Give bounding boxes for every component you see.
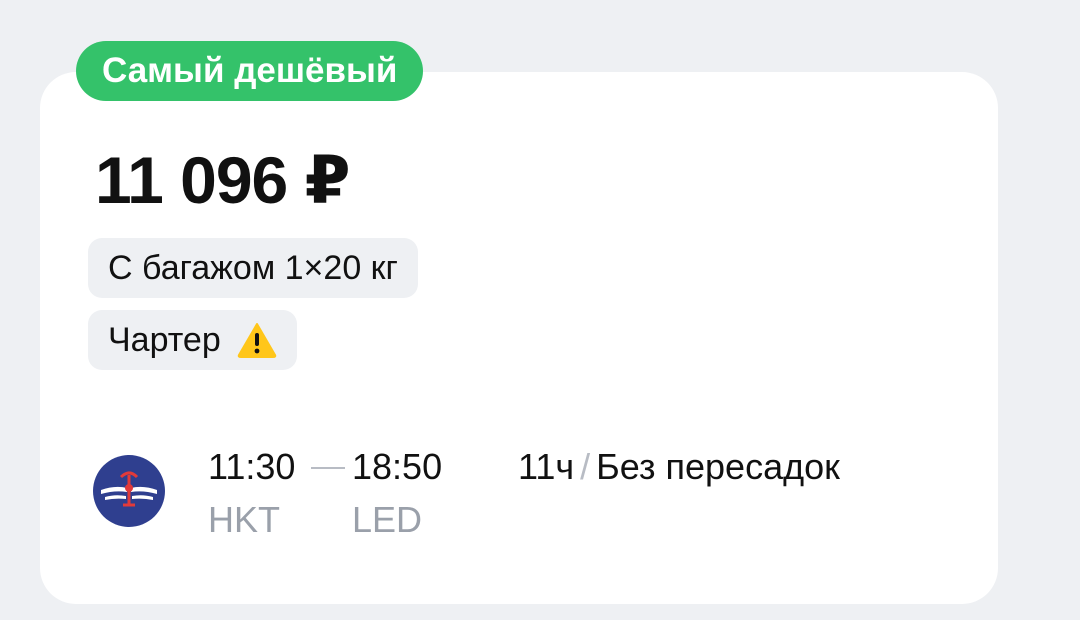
baggage-tag-label: С багажом 1×20 кг <box>108 249 398 287</box>
route-dash <box>311 467 345 469</box>
departure-airport-code: HKT <box>208 499 280 540</box>
cheapest-badge: Самый дешёвый <box>76 41 424 101</box>
baggage-tag: С багажом 1×20 кг <box>88 238 418 298</box>
warning-icon <box>237 323 276 358</box>
ticket-price: 11 096 ₽ <box>95 143 350 217</box>
aeroflot-logo <box>93 455 165 527</box>
flight-summary: 11ч / Без пересадок <box>518 445 840 489</box>
charter-tag[interactable]: Чартер <box>88 310 297 370</box>
summary-separator: / <box>580 446 591 487</box>
stops-info: Без пересадок <box>596 446 840 487</box>
page: Самый дешёвый 11 096 ₽ С багажом 1×20 кг… <box>0 0 1080 620</box>
arrival-time: 18:50 <box>352 446 443 487</box>
flight-duration: 11ч <box>518 446 575 487</box>
arrival-airport-code: LED <box>352 499 423 540</box>
departure-time: 11:30 <box>208 446 296 487</box>
charter-tag-label: Чартер <box>108 321 221 359</box>
